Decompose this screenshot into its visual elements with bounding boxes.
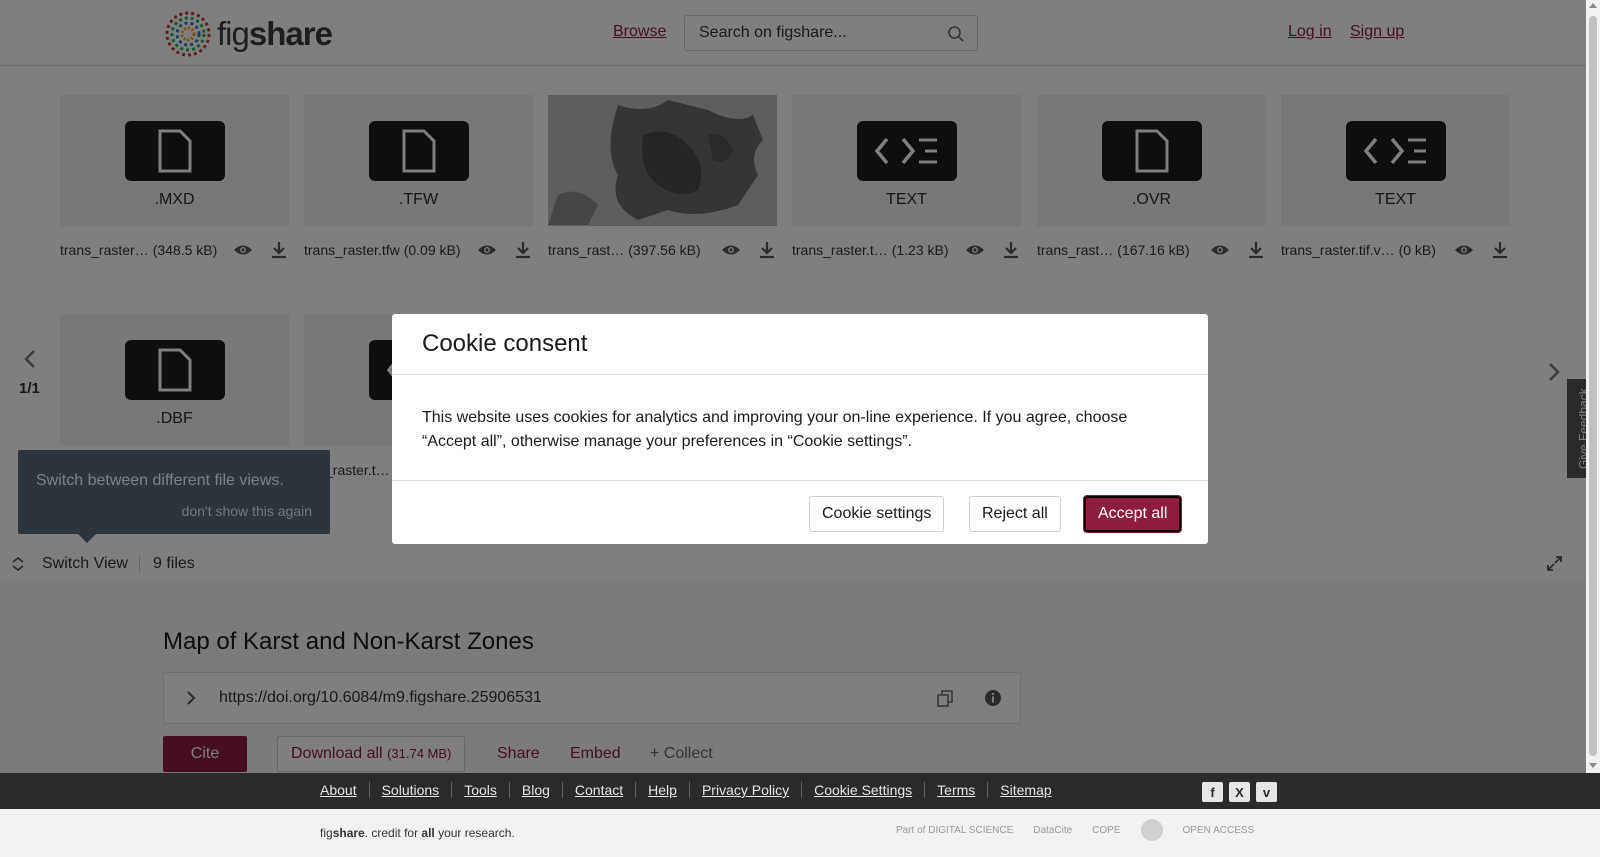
datacite-logo[interactable]: DataCite bbox=[1033, 825, 1072, 836]
dialog-divider bbox=[392, 374, 1208, 375]
scroll-down-icon[interactable] bbox=[1589, 763, 1597, 768]
cookie-dialog-body: This website uses cookies for analytics … bbox=[422, 409, 1128, 450]
footer-link-help[interactable]: Help bbox=[636, 782, 690, 798]
cope-logo[interactable]: COPE bbox=[1092, 825, 1120, 836]
x-twitter-icon[interactable]: X bbox=[1229, 782, 1250, 802]
footer-link-blog[interactable]: Blog bbox=[510, 782, 563, 798]
footer-link-cookie-settings[interactable]: Cookie Settings bbox=[802, 782, 926, 798]
scroll-up-icon[interactable] bbox=[1589, 3, 1597, 8]
digital-science-logo[interactable]: Part of DIGITAL SCIENCE bbox=[896, 825, 1013, 836]
footer-link-about[interactable]: About bbox=[320, 782, 370, 798]
cookie-consent-dialog: Cookie consent This website uses cookies… bbox=[392, 314, 1208, 544]
cookie-dialog-title: Cookie consent bbox=[422, 330, 588, 357]
partner-logos: Part of DIGITAL SCIENCE DataCite COPE OP… bbox=[896, 819, 1254, 841]
footer-link-sitemap[interactable]: Sitemap bbox=[988, 782, 1063, 798]
footer-links: About Solutions Tools Blog Contact Help … bbox=[320, 782, 1064, 798]
vimeo-icon[interactable]: v bbox=[1256, 782, 1277, 802]
footer-link-privacy[interactable]: Privacy Policy bbox=[690, 782, 803, 798]
scrollbar-thumb[interactable] bbox=[1589, 16, 1597, 756]
facebook-icon[interactable]: f bbox=[1202, 782, 1223, 802]
footer-tagline: figshare. credit for all your research. bbox=[320, 826, 515, 840]
social-links: f X v bbox=[1202, 782, 1277, 802]
footer-link-tools[interactable]: Tools bbox=[452, 782, 510, 798]
footer-link-solutions[interactable]: Solutions bbox=[370, 782, 453, 798]
reject-all-button[interactable]: Reject all bbox=[969, 496, 1061, 532]
dialog-divider bbox=[392, 480, 1208, 481]
footer: About Solutions Tools Blog Contact Help … bbox=[0, 773, 1600, 809]
footer-link-contact[interactable]: Contact bbox=[563, 782, 637, 798]
accept-all-button[interactable]: Accept all bbox=[1084, 496, 1182, 532]
scrollbar[interactable] bbox=[1586, 0, 1600, 773]
open-access-logo[interactable]: OPEN ACCESS bbox=[1183, 825, 1255, 836]
subfooter: figshare. credit for all your research. … bbox=[0, 809, 1600, 857]
cookie-settings-button[interactable]: Cookie settings bbox=[809, 496, 945, 532]
seal-logo[interactable] bbox=[1140, 819, 1163, 841]
footer-link-terms[interactable]: Terms bbox=[925, 782, 989, 798]
